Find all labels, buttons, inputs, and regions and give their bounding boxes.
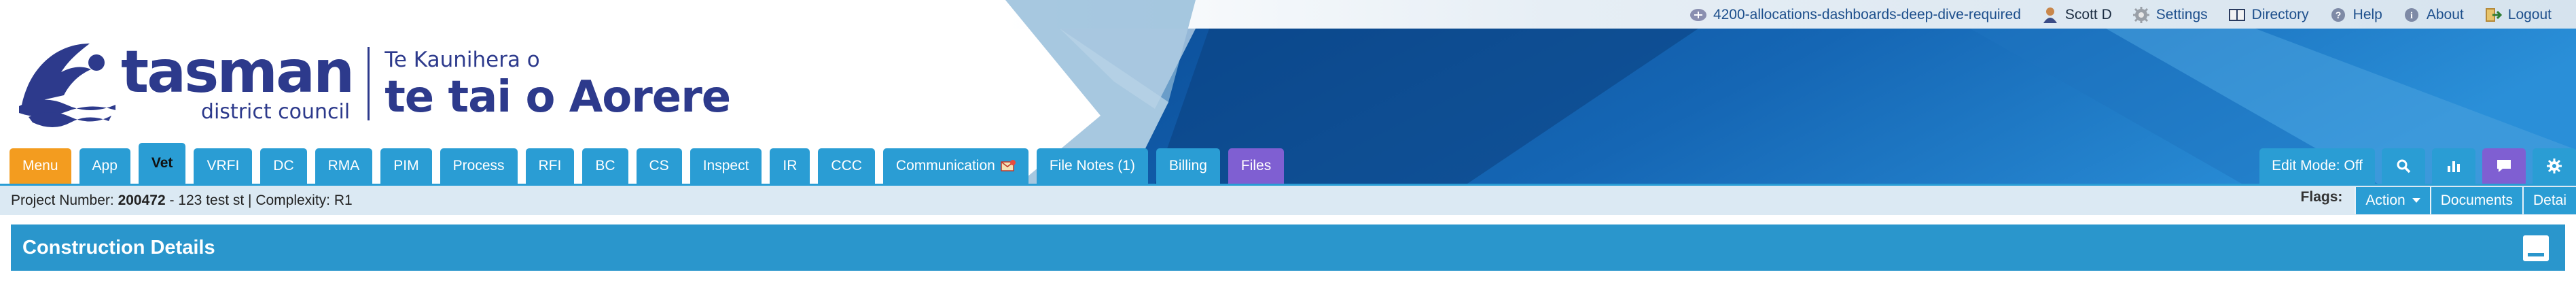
details-button[interactable]: Detai: [2522, 186, 2576, 214]
logo-wordmark: tasman district council: [121, 38, 355, 124]
flags-label: Flags:: [2300, 188, 2343, 205]
help-label: Help: [2353, 7, 2382, 22]
section-title: Construction Details: [22, 236, 215, 259]
utility-bar: 4200-allocations-dashboards-deep-dive-re…: [1689, 1, 2552, 29]
tab-file-notes[interactable]: File Notes (1): [1036, 148, 1148, 184]
gear-icon: [2132, 6, 2150, 24]
logo-maori-name: Te Kaunihera o te tai o Aorere: [384, 46, 731, 122]
documents-button[interactable]: Documents: [2429, 186, 2522, 214]
tab-cs[interactable]: CS: [636, 148, 682, 184]
about-label: About: [2426, 7, 2464, 22]
logout-label: Logout: [2507, 7, 2552, 22]
caret-down-icon: [2412, 198, 2420, 203]
settings-label: Settings: [2155, 7, 2208, 22]
project-info-bar: Project Number: 200472 - 123 test st | C…: [0, 184, 2576, 215]
right-controls: Edit Mode: Off: [2259, 147, 2576, 184]
header-banner: 4200-allocations-dashboards-deep-dive-re…: [0, 0, 2576, 184]
logo-subtitle: district council: [200, 100, 351, 124]
project-number: 200472: [118, 192, 166, 208]
bar-chart-icon: [2448, 161, 2460, 172]
project-number-label: Project Number:: [11, 192, 114, 208]
mountain-logo-icon: [19, 44, 115, 127]
book-icon: [2228, 6, 2246, 24]
tab-rma[interactable]: RMA: [315, 148, 373, 184]
about-link[interactable]: i About: [2403, 6, 2464, 24]
tab-pim[interactable]: PIM: [380, 148, 432, 184]
info-icon: i: [2403, 6, 2420, 24]
user-name: Scott D: [2064, 7, 2112, 22]
tab-bar: Menu App Vet VRFI DC RMA PIM Process RFI…: [10, 143, 1285, 184]
tab-rfi[interactable]: RFI: [525, 148, 575, 184]
comment-icon: [2497, 160, 2511, 172]
collapse-button[interactable]: [2523, 235, 2549, 261]
flags-area: Flags: Action Documents Detai: [2301, 186, 2576, 215]
logout-link[interactable]: Logout: [2484, 6, 2552, 24]
tab-files[interactable]: Files: [1228, 148, 1285, 184]
search-button[interactable]: [2382, 148, 2425, 184]
cog-icon: [2547, 159, 2562, 173]
help-link[interactable]: ? Help: [2329, 6, 2382, 24]
tab-ir[interactable]: IR: [770, 148, 810, 184]
tab-bc[interactable]: BC: [582, 148, 628, 184]
action-label: Action: [2365, 192, 2405, 208]
chat-button[interactable]: [2482, 148, 2526, 184]
tab-app[interactable]: App: [79, 148, 130, 184]
tab-menu[interactable]: Menu: [10, 148, 71, 184]
logo-divider: [368, 47, 370, 120]
stats-button[interactable]: [2432, 148, 2475, 184]
tab-billing[interactable]: Billing: [1156, 148, 1220, 184]
edit-mode-button[interactable]: Edit Mode: Off: [2259, 148, 2375, 184]
council-logo[interactable]: tasman district council Te Kaunihera o t…: [16, 38, 731, 128]
directory-label: Directory: [2251, 7, 2309, 22]
tab-communication[interactable]: Communication: [882, 148, 1028, 184]
tab-dc[interactable]: DC: [260, 148, 307, 184]
tab-vet[interactable]: Vet: [138, 143, 186, 184]
action-dropdown[interactable]: Action: [2355, 186, 2430, 214]
settings-link[interactable]: Settings: [2132, 6, 2208, 24]
git-branch-icon: [1689, 6, 1707, 24]
construction-details-panel: Construction Details: [11, 224, 2565, 271]
mail-icon: [1001, 160, 1016, 171]
tab-process[interactable]: Process: [440, 148, 518, 184]
svg-text:i: i: [2410, 11, 2413, 21]
help-icon: ?: [2329, 6, 2347, 24]
logo-maori-small: Te Kaunihera o: [384, 48, 540, 72]
logo-name: tasman: [121, 38, 355, 106]
svg-text:?: ?: [2335, 10, 2341, 20]
branch-link[interactable]: 4200-allocations-dashboards-deep-dive-re…: [1689, 6, 2021, 24]
branch-label: 4200-allocations-dashboards-deep-dive-re…: [1713, 7, 2021, 22]
logout-icon: [2484, 6, 2502, 24]
user-link[interactable]: Scott D: [2041, 6, 2112, 24]
project-details: - 123 test st | Complexity: R1: [165, 192, 353, 208]
user-icon: [2041, 6, 2059, 24]
settings-button[interactable]: [2533, 148, 2576, 184]
tab-inspect[interactable]: Inspect: [690, 148, 762, 184]
search-icon: [2397, 159, 2411, 173]
tab-communication-label: Communication: [895, 158, 995, 173]
tab-ccc[interactable]: CCC: [818, 148, 875, 184]
minimize-icon: [2528, 253, 2544, 256]
directory-link[interactable]: Directory: [2228, 6, 2309, 24]
project-summary: Project Number: 200472 - 123 test st | C…: [11, 193, 353, 209]
logo-maori-big: te tai o Aorere: [384, 72, 731, 122]
tab-vrfi[interactable]: VRFI: [194, 148, 253, 184]
